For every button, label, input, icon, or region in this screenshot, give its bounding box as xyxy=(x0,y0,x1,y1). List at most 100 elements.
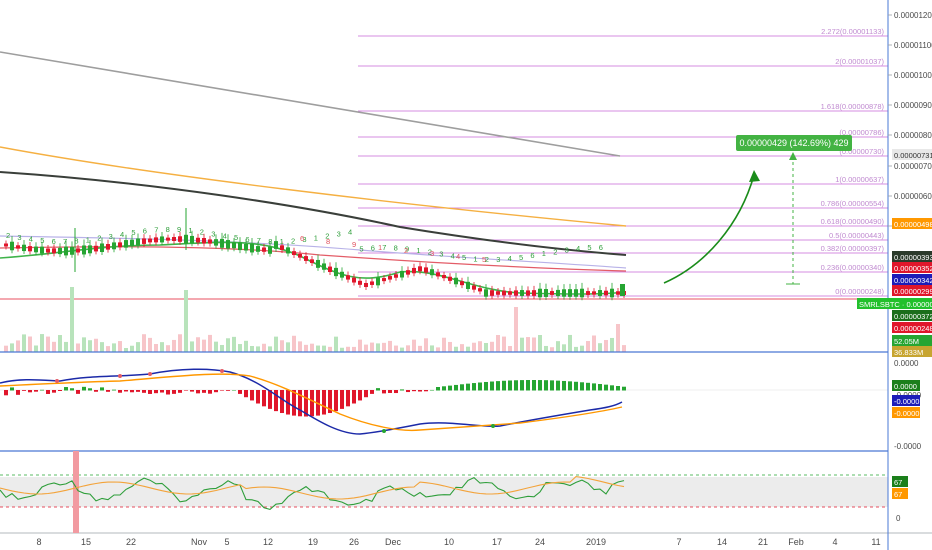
candle-body xyxy=(214,239,218,246)
volume-bar xyxy=(340,347,344,352)
td-count-label: 2 xyxy=(97,234,101,243)
volume-bar xyxy=(586,341,590,352)
price-tick-label: 0.00000700 xyxy=(894,162,932,171)
rsi-pane[interactable] xyxy=(0,451,888,533)
macd-bar xyxy=(40,389,44,391)
candle-body xyxy=(304,256,308,261)
volume-bar xyxy=(598,343,602,352)
macd-bar xyxy=(244,390,248,398)
candle-body xyxy=(172,237,176,241)
macd-bar xyxy=(454,384,458,391)
td-count-label: 4 xyxy=(576,244,580,253)
fib-level-label: 0.786(0.00000554) xyxy=(821,199,885,208)
macd-bar xyxy=(544,380,548,391)
volume-bar xyxy=(4,345,8,352)
macd-bar xyxy=(4,390,8,396)
volume-bar xyxy=(448,341,452,352)
macd-bar xyxy=(514,380,518,391)
rsi-axis[interactable]: 5006767 xyxy=(892,476,908,523)
fib-level-label: 0(0.00000248) xyxy=(835,287,884,296)
candle-body xyxy=(118,242,122,248)
volume-bar xyxy=(130,345,134,352)
candle-body xyxy=(328,266,332,273)
price-tag-label: SMRLSBTC · 0.00000295 xyxy=(859,300,932,309)
td-count-label: 4 xyxy=(451,252,455,261)
macd-axis[interactable]: 0.0000-0.0000-0.00000.0000-0.0000-0.0000 xyxy=(892,359,922,451)
volume-bar xyxy=(88,340,92,352)
macd-bar xyxy=(412,390,416,392)
trading-chart[interactable]: 2.272(0.00001133) 2(0.00001037) 1.618(0.00… xyxy=(0,0,932,550)
volume-bar xyxy=(412,339,416,352)
macd-tick-label: 0.0000 xyxy=(894,359,919,368)
candle-body xyxy=(490,290,494,296)
price-tag-label: 0.00000393 xyxy=(894,253,932,262)
volume-bar xyxy=(370,342,374,352)
volume-bar xyxy=(310,343,314,352)
candle-body xyxy=(604,290,608,296)
td-count-label: 6 xyxy=(530,251,534,260)
price-tag-label: 0.00000352 xyxy=(894,264,932,273)
volume-bar xyxy=(328,346,332,352)
macd-bar xyxy=(232,390,236,391)
macd-bar xyxy=(106,390,110,392)
candle-body xyxy=(292,251,296,256)
candle-body xyxy=(514,290,518,296)
macd-bar xyxy=(436,387,440,391)
price-tick-label: 0.00000600 xyxy=(894,192,932,201)
candle-body xyxy=(178,236,182,242)
macd-bar xyxy=(70,388,74,391)
volume-bar xyxy=(280,340,284,352)
candle-body xyxy=(478,288,482,292)
macd-cross-dot xyxy=(118,374,122,378)
macd-bar xyxy=(178,390,182,393)
candle-body xyxy=(322,263,326,270)
time-tick-label: 26 xyxy=(349,537,359,547)
macd-bar xyxy=(406,390,410,393)
candle-body xyxy=(508,291,512,295)
candle-body xyxy=(148,238,152,243)
time-tick-label: Feb xyxy=(788,537,804,547)
macd-bar xyxy=(502,380,506,391)
volume-bar xyxy=(202,339,206,352)
time-tick-label: 15 xyxy=(81,537,91,547)
time-tick-label: 24 xyxy=(535,537,545,547)
td-count-label: 6 xyxy=(599,243,603,252)
candle-body xyxy=(112,242,116,250)
macd-bar xyxy=(274,390,278,412)
macd-bar xyxy=(220,390,224,391)
price-axis[interactable]: 0.00001200 0.00001100 0.00001000 0.00000900… xyxy=(888,11,932,231)
candle-body xyxy=(418,266,422,272)
candle-body xyxy=(430,269,434,276)
rsi-highlight-bar xyxy=(73,451,79,533)
macd-bar xyxy=(130,390,134,393)
td-count-label: 6 xyxy=(300,234,304,243)
volume-bar xyxy=(34,345,38,352)
candle-body xyxy=(136,238,140,246)
price-tag-label: 0.00000299 xyxy=(894,287,932,296)
volume-bar xyxy=(382,342,386,352)
volume-bar xyxy=(124,347,128,352)
macd-bar xyxy=(478,382,482,391)
macd-bar xyxy=(442,386,446,391)
candle-body xyxy=(196,237,200,243)
td-count-label: 5 xyxy=(519,253,523,262)
macd-cross-dot xyxy=(148,372,152,376)
time-axis[interactable]: 8 15 22 Nov 5 12 19 26 Dec 10 17 24 2019 7 14 21 Feb 4 11 xyxy=(36,537,880,547)
macd-bar xyxy=(52,390,56,393)
macd-bar xyxy=(16,390,20,395)
volume-bar xyxy=(70,287,74,352)
macd-bar xyxy=(466,383,470,391)
volume-bar xyxy=(112,343,116,352)
macd-bar xyxy=(292,390,296,416)
price-tick-label: 0.00000900 xyxy=(894,101,932,110)
macd-pane[interactable] xyxy=(0,368,888,435)
volume-bar xyxy=(550,347,554,352)
macd-bar xyxy=(310,390,314,417)
candle-body xyxy=(106,244,110,250)
candle-body xyxy=(364,282,368,288)
candle-body xyxy=(484,289,488,297)
td-count-label: 4 xyxy=(120,230,124,239)
td-count-label: 8 xyxy=(394,243,398,252)
time-tick-label: 19 xyxy=(308,537,318,547)
volume-bar xyxy=(106,346,110,352)
